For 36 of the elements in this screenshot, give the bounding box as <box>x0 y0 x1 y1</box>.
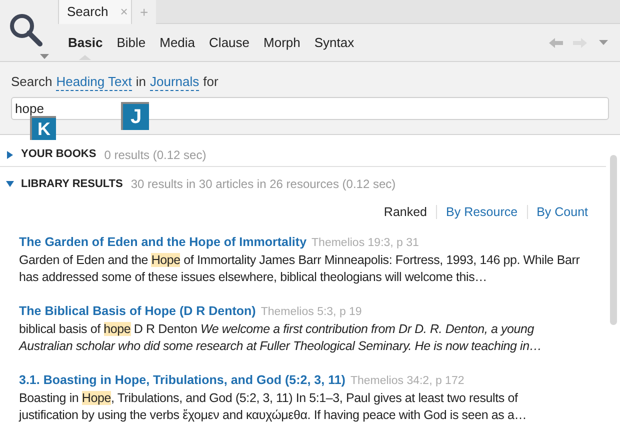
result-source: Themelios 5:3, p 19 <box>260 304 362 320</box>
label-text: Search <box>11 74 52 91</box>
search-type-tab[interactable]: Bible <box>116 32 146 52</box>
option-link[interactable]: Journals <box>150 74 200 91</box>
search-type-tab[interactable]: Media <box>160 32 196 52</box>
expand-icon[interactable] <box>6 150 14 158</box>
collapse-icon[interactable] <box>6 180 14 188</box>
search-type-tab[interactable]: Syntax <box>314 32 354 52</box>
option-link[interactable]: Heading Text <box>56 74 132 91</box>
label-text: in <box>136 74 146 91</box>
sort-option[interactable]: By Count <box>536 203 588 222</box>
sort-option[interactable]: By Resource <box>446 203 518 222</box>
result-snippet: Garden of Eden and the Hope of Immortality James Barr Minneapolis: Fortress, 1993, 146 pp. While Barr has addressed some of these issues elsewhere, biblical theologians will welcome this… <box>19 252 580 286</box>
keytip-badge: J <box>121 102 149 130</box>
results-summary: 30 results in 30 articles in 26 resources (0.12 sec) <box>130 176 396 193</box>
back-arrow-icon[interactable] <box>549 38 563 48</box>
result-source: Themelios 34:2, p 172 <box>350 374 464 389</box>
result-title-link[interactable]: The Garden of Eden and the Hope of Immortality <box>19 234 307 251</box>
result-snippet: Boasting in Hope, Tribulations, and God (5:2, 3, 11) In 5:1–3, Paul gives at least two results of justification by using the verbs ἔχομεν and καυχώμεθα. If having peace with God is seen as a… <box>19 390 528 424</box>
search-icon[interactable] <box>8 12 44 48</box>
results-summary: 0 results (0.12 sec) <box>104 146 206 164</box>
section-title[interactable]: YOUR BOOKS <box>21 146 96 163</box>
dropdown-icon[interactable] <box>599 40 608 45</box>
section-title[interactable]: LIBRARY RESULTS <box>21 176 123 192</box>
keytip-badge: K <box>30 116 56 140</box>
sort-option[interactable]: Ranked <box>384 203 428 222</box>
result-title-link[interactable]: 3.1. Boasting in Hope, Tribulations, and God (5:2, 3, 11) <box>19 372 346 389</box>
search-type-tab[interactable]: Clause <box>209 32 250 52</box>
result-source: Themelios 19:3, p 31 <box>312 236 419 251</box>
dropdown-icon[interactable] <box>40 54 49 59</box>
search-tab[interactable]: Search × <box>58 0 132 24</box>
label-text: for <box>203 74 218 91</box>
search-type-tab[interactable]: Morph <box>264 32 300 52</box>
scrollbar[interactable] <box>610 155 617 325</box>
result-title-link[interactable]: The Biblical Basis of Hope (D R Denton) <box>19 302 256 320</box>
result-snippet: biblical basis of hope D R Denton We welcome a first contribution from Dr D. R. Denton, a young Australian scholar who did some research at Fuller Theological Seminary. He is now teaching in… <box>19 320 543 355</box>
